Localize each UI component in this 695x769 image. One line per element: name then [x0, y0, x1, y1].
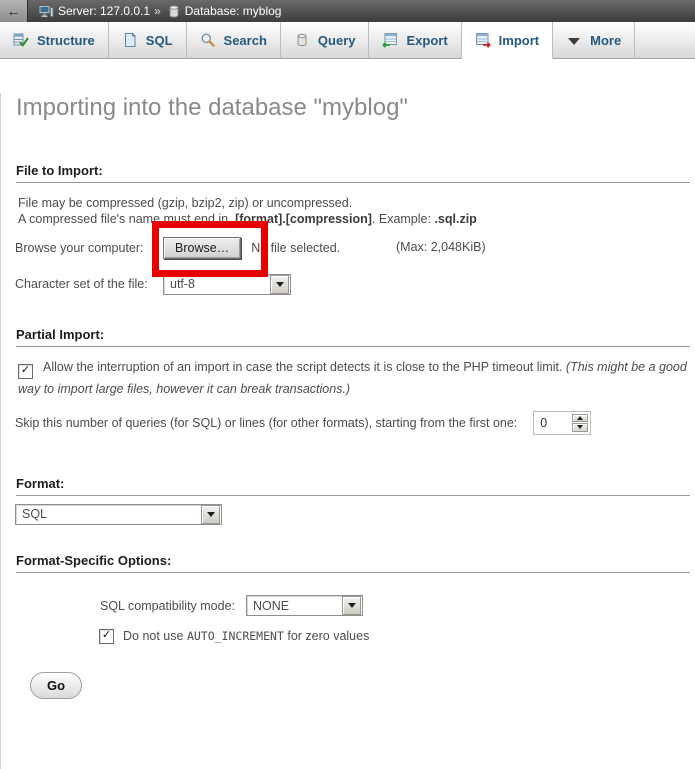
back-arrow-icon: ←	[7, 3, 21, 19]
section-heading-partial-import: Partial Import:	[16, 327, 690, 347]
structure-icon	[13, 32, 29, 48]
max-upload-size-text: (Max: 2,048KiB)	[396, 240, 486, 254]
tab-import[interactable]: Import	[462, 22, 553, 59]
sql-compatibility-label: SQL compatibility mode:	[100, 599, 246, 613]
spinner-up-button[interactable]	[572, 414, 588, 423]
format-compression-pattern: .[format].[compression]	[232, 212, 372, 226]
tab-bar: Structure SQL Search Query Export	[0, 22, 695, 59]
spinner-down-button[interactable]	[572, 423, 588, 432]
sql-compatibility-row: SQL compatibility mode: NONE	[100, 595, 690, 617]
allow-interrupt-checkbox[interactable]: ✓	[18, 364, 33, 379]
skip-queries-label: Skip this number of queries (for SQL) or…	[15, 416, 517, 430]
example-extension: .sql.zip	[434, 212, 476, 226]
triangle-up-icon	[577, 416, 583, 420]
triangle-down-icon	[577, 425, 583, 429]
section-heading-format-specific-options: Format-Specific Options:	[16, 553, 690, 573]
compression-note-line2: A compressed file's name must end in	[18, 212, 232, 226]
format-select[interactable]: SQL	[15, 504, 222, 525]
tab-query[interactable]: Query	[281, 22, 370, 59]
checkmark-icon: ✓	[21, 365, 30, 376]
export-icon	[382, 32, 398, 48]
skip-queries-row: Skip this number of queries (for SQL) or…	[15, 410, 690, 436]
auto-increment-text-pre: Do not use	[123, 629, 187, 643]
charset-selected-value: utf-8	[170, 277, 195, 291]
server-icon	[38, 3, 54, 19]
tab-label: SQL	[146, 33, 173, 48]
sql-icon	[122, 32, 138, 48]
tab-more[interactable]: More	[553, 22, 635, 59]
format-row: SQL	[15, 504, 690, 525]
tab-sql[interactable]: SQL	[109, 22, 187, 59]
back-button[interactable]: ←	[0, 0, 28, 22]
compression-note-line1: File may be compressed (gzip, bzip2, zip…	[18, 196, 352, 210]
tab-label: Import	[499, 33, 539, 48]
auto-increment-row: ✓ Do not use AUTO_INCREMENT for zero val…	[99, 629, 690, 644]
tab-label: Structure	[37, 33, 95, 48]
charset-select[interactable]: utf-8	[163, 274, 291, 295]
checkmark-icon: ✓	[102, 630, 111, 641]
section-heading-format: Format:	[16, 476, 690, 496]
import-icon	[475, 32, 491, 48]
tab-label: Export	[406, 33, 447, 48]
compression-note: File may be compressed (gzip, bzip2, zip…	[18, 195, 690, 227]
compression-note-example: . Example:	[372, 212, 435, 226]
charset-label: Character set of the file:	[15, 277, 163, 291]
allow-interrupt-row: ✓ Allow the interruption of an import in …	[18, 357, 688, 400]
auto-increment-text: Do not use AUTO_INCREMENT for zero value…	[123, 629, 369, 643]
dropdown-arrow-icon	[201, 505, 220, 524]
dropdown-arrow-icon	[342, 596, 361, 615]
format-selected-value: SQL	[22, 507, 47, 521]
breadcrumb: ← Server: 127.0.0.1 » Database: myblog	[0, 0, 695, 22]
breadcrumb-server-link[interactable]: Server: 127.0.0.1	[58, 4, 150, 18]
no-file-selected-text: No file selected.	[251, 241, 340, 255]
skip-queries-value: 0	[536, 414, 572, 432]
browse-label: Browse your computer:	[15, 241, 163, 255]
breadcrumb-database-link[interactable]: Database: myblog	[185, 4, 282, 18]
breadcrumb-separator: »	[154, 4, 161, 18]
phpmyadmin-import-page: ← Server: 127.0.0.1 » Database: myblog S…	[0, 0, 695, 716]
sql-compatibility-select[interactable]: NONE	[246, 595, 363, 616]
allow-interrupt-text: Allow the interruption of an import in c…	[43, 360, 566, 374]
skip-queries-input[interactable]: 0	[533, 411, 591, 435]
dropdown-arrow-icon	[270, 275, 289, 294]
main-content: Importing into the database "myblog" Fil…	[0, 93, 695, 769]
database-icon	[167, 4, 181, 19]
tab-structure[interactable]: Structure	[0, 22, 109, 59]
chevron-down-icon	[566, 32, 582, 48]
browse-row: Browse your computer: Browse… No file se…	[15, 235, 690, 261]
tab-label: Search	[224, 33, 267, 48]
charset-row: Character set of the file: utf-8	[15, 273, 690, 295]
auto-increment-checkbox[interactable]: ✓	[99, 629, 114, 644]
query-icon	[294, 32, 310, 48]
go-button[interactable]: Go	[30, 672, 82, 699]
search-icon	[200, 32, 216, 48]
tab-export[interactable]: Export	[369, 22, 461, 59]
section-heading-file-to-import: File to Import:	[16, 163, 690, 183]
auto-increment-text-post: for zero values	[284, 629, 369, 643]
tab-search[interactable]: Search	[187, 22, 281, 59]
page-title: Importing into the database "myblog"	[16, 93, 690, 123]
tab-label: Query	[318, 33, 356, 48]
tab-label: More	[590, 33, 621, 48]
tab-bar-filler	[635, 22, 695, 59]
browse-button[interactable]: Browse…	[163, 237, 241, 259]
auto-increment-keyword: AUTO_INCREMENT	[187, 629, 284, 643]
sql-compatibility-value: NONE	[253, 599, 289, 613]
